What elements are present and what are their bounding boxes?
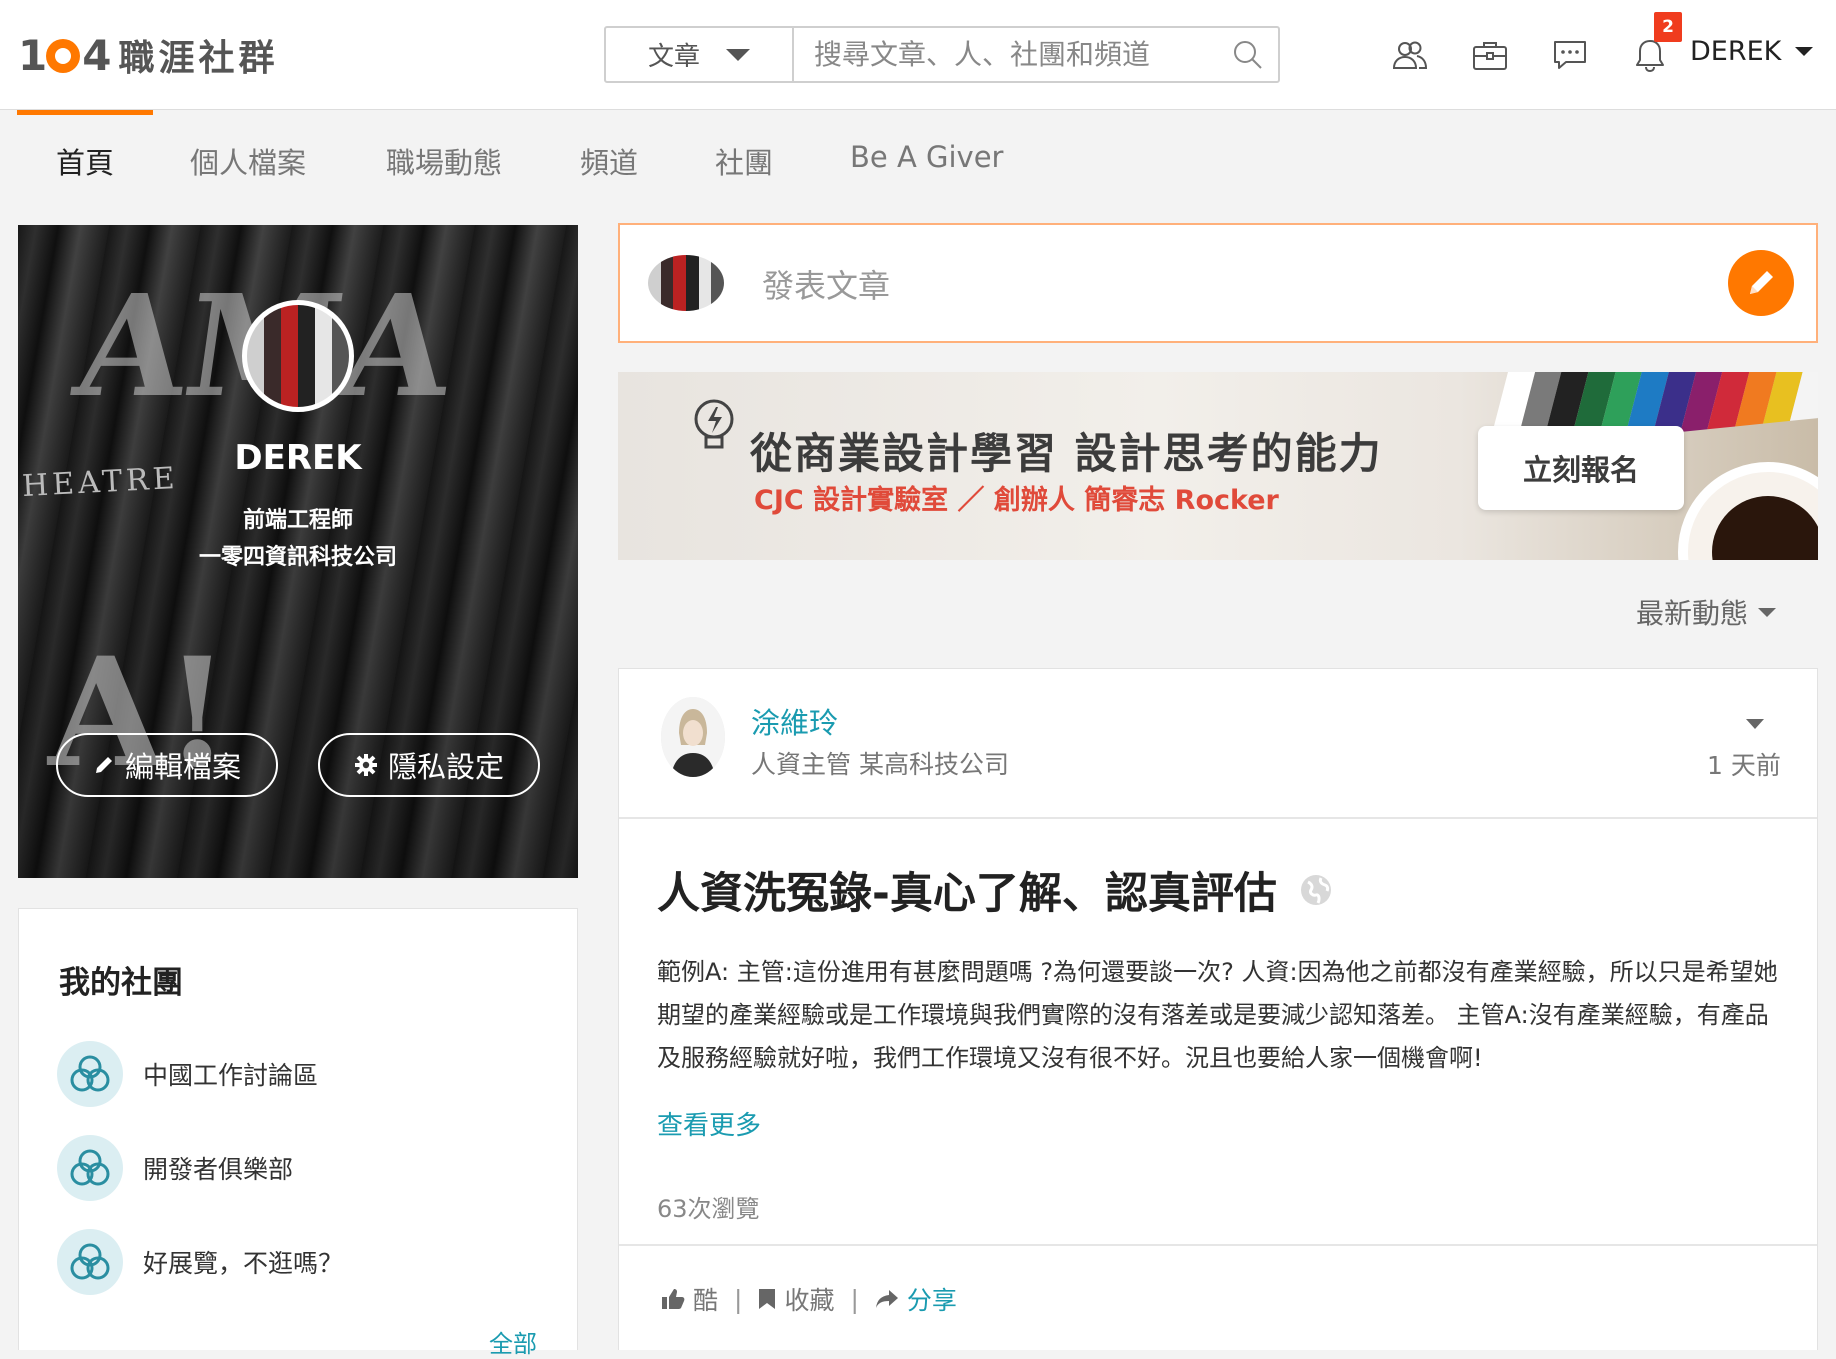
edit-profile-label: 編輯檔案 xyxy=(124,750,241,784)
search-input[interactable] xyxy=(794,28,1218,81)
group-icon xyxy=(57,1041,123,1107)
compose-placeholder[interactable]: 發表文章 xyxy=(762,261,890,307)
site-logo[interactable]: 14 職涯社群 xyxy=(18,30,278,80)
search-type-label: 文章 xyxy=(647,42,700,72)
coffee-cup-decoration xyxy=(1678,462,1818,560)
post-actions: 酷 | 收藏 | 分享 xyxy=(661,1281,957,1317)
pencil-icon xyxy=(1750,271,1773,294)
globe-icon xyxy=(1300,875,1331,905)
share-button[interactable]: 分享 xyxy=(875,1281,957,1317)
separator: | xyxy=(734,1284,743,1314)
search-button[interactable] xyxy=(1218,28,1278,81)
register-now-button[interactable]: 立刻報名 xyxy=(1478,426,1684,510)
share-icon xyxy=(875,1290,898,1308)
share-label: 分享 xyxy=(906,1286,957,1315)
post-author[interactable]: 涂維玲 xyxy=(751,700,838,742)
group-icon xyxy=(57,1229,123,1295)
lightbulb-icon xyxy=(694,399,734,449)
post-body: 範例A: 主管:這份進用有甚麼問題嗎 ?為何還要談一次? 人資:因為他之前都沒有… xyxy=(657,958,1778,1072)
group-name: 好展覽，不逛嗎？ xyxy=(143,1249,344,1278)
tab-channels[interactable]: 頻道 xyxy=(580,140,638,182)
like-label: 酷 xyxy=(693,1286,719,1315)
top-bar: 14 職涯社群 文章 2 DEREK xyxy=(0,0,1836,110)
banner-subtitle: CJC 設計實驗室 ／ 創辦人 簡睿志 Rocker xyxy=(754,485,1279,516)
pencil-icon xyxy=(95,757,112,773)
briefcase-icon xyxy=(1473,42,1507,70)
logo-text: 職涯社群 xyxy=(118,38,279,79)
thumbs-up-icon xyxy=(662,1289,685,1309)
post-time: 1 天前 xyxy=(1707,751,1781,780)
gear-icon xyxy=(354,754,377,776)
profile-job-title: 前端工程師 xyxy=(242,508,353,533)
profile-card: AMA HEATRE A! DEREK 前端工程師 一零四資訊科技公司 編輯檔案… xyxy=(18,225,578,878)
avatar[interactable] xyxy=(661,697,725,777)
avatar[interactable] xyxy=(242,300,354,412)
post-author-meta: 人資主管 某高科技公司 xyxy=(751,750,1009,779)
chevron-down-icon xyxy=(726,48,750,61)
header-icons: 2 xyxy=(1370,12,1690,80)
search-bar: 文章 xyxy=(604,26,1280,83)
post-title-text: 人資洗冤錄-真心了解、認真評估 xyxy=(657,869,1277,919)
divider xyxy=(619,817,1817,819)
search-type-dropdown[interactable]: 文章 xyxy=(606,28,794,81)
chevron-down-icon xyxy=(1758,607,1777,617)
post-title[interactable]: 人資洗冤錄-真心了解、認真評估 xyxy=(657,859,1333,921)
tab-be-a-giver[interactable]: Be A Giver xyxy=(850,140,1003,174)
post-view-count: 63次瀏覽 xyxy=(657,1195,760,1223)
active-tab-indicator xyxy=(17,110,153,115)
compose-button[interactable] xyxy=(1728,250,1794,316)
post-options-button[interactable] xyxy=(1745,715,1765,734)
promo-banner[interactable]: 從商業設計學習 設計思考的能力 CJC 設計實驗室 ／ 創辦人 簡睿志 Rock… xyxy=(618,372,1818,560)
jobs-button[interactable] xyxy=(1450,30,1530,80)
user-name: DEREK xyxy=(1690,36,1782,67)
feed-sort-dropdown[interactable]: 最新動態 xyxy=(1636,592,1777,632)
tab-home[interactable]: 首頁 xyxy=(56,140,114,182)
compose-box[interactable]: 發表文章 xyxy=(618,223,1818,343)
bell-icon xyxy=(1636,40,1664,72)
my-groups-card: 我的社團 中國工作討論區 開發者俱樂部 好展覽，不逛嗎？ 全部 xyxy=(18,908,578,1358)
post-card: 涂維玲 人資主管 某高科技公司 1 天前 人資洗冤錄-真心了解、認真評估 範例A… xyxy=(618,668,1818,1350)
notification-badge: 2 xyxy=(1654,12,1682,42)
save-button[interactable]: 收藏 xyxy=(758,1281,834,1317)
my-groups-title: 我的社團 xyxy=(59,965,183,1001)
tab-career-feed[interactable]: 職場動態 xyxy=(386,140,502,182)
tab-groups[interactable]: 社團 xyxy=(715,140,773,182)
edit-profile-button[interactable]: 編輯檔案 xyxy=(56,733,278,797)
people-icon xyxy=(1392,41,1428,69)
profile-company: 一零四資訊科技公司 xyxy=(198,545,397,570)
user-menu[interactable]: DEREK xyxy=(1690,36,1814,67)
save-label: 收藏 xyxy=(784,1286,835,1315)
chevron-down-icon xyxy=(1795,47,1814,56)
all-groups-link[interactable]: 全部 xyxy=(489,1324,537,1359)
messages-button[interactable] xyxy=(1530,30,1610,80)
group-name: 開發者俱樂部 xyxy=(143,1155,294,1184)
group-name: 中國工作討論區 xyxy=(143,1061,319,1090)
chevron-down-icon xyxy=(1746,719,1764,729)
read-more-link[interactable]: 查看更多 xyxy=(657,1105,761,1142)
feed-sort-label: 最新動態 xyxy=(1636,597,1749,630)
people-button[interactable] xyxy=(1370,30,1450,80)
group-item[interactable]: 開發者俱樂部 xyxy=(57,1135,537,1201)
search-icon xyxy=(1234,40,1262,69)
profile-name: DEREK xyxy=(234,438,362,478)
privacy-settings-label: 隱私設定 xyxy=(387,750,504,784)
privacy-settings-button[interactable]: 隱私設定 xyxy=(318,733,540,797)
group-icon xyxy=(57,1135,123,1201)
notifications-button[interactable]: 2 xyxy=(1610,12,1690,80)
group-item[interactable]: 中國工作討論區 xyxy=(57,1041,537,1107)
separator: | xyxy=(850,1284,859,1314)
logo-number: 14 xyxy=(18,30,111,80)
divider xyxy=(619,1244,1817,1246)
avatar xyxy=(648,255,724,311)
bookmark-icon xyxy=(759,1289,776,1309)
tab-profile[interactable]: 個人檔案 xyxy=(190,140,306,182)
main-tabs: 首頁 個人檔案 職場動態 頻道 社團 Be A Giver xyxy=(0,110,1836,208)
like-button[interactable]: 酷 xyxy=(661,1281,718,1317)
chat-icon xyxy=(1554,41,1586,69)
banner-title: 從商業設計學習 設計思考的能力 xyxy=(750,429,1383,478)
group-item[interactable]: 好展覽，不逛嗎？ xyxy=(57,1229,537,1295)
